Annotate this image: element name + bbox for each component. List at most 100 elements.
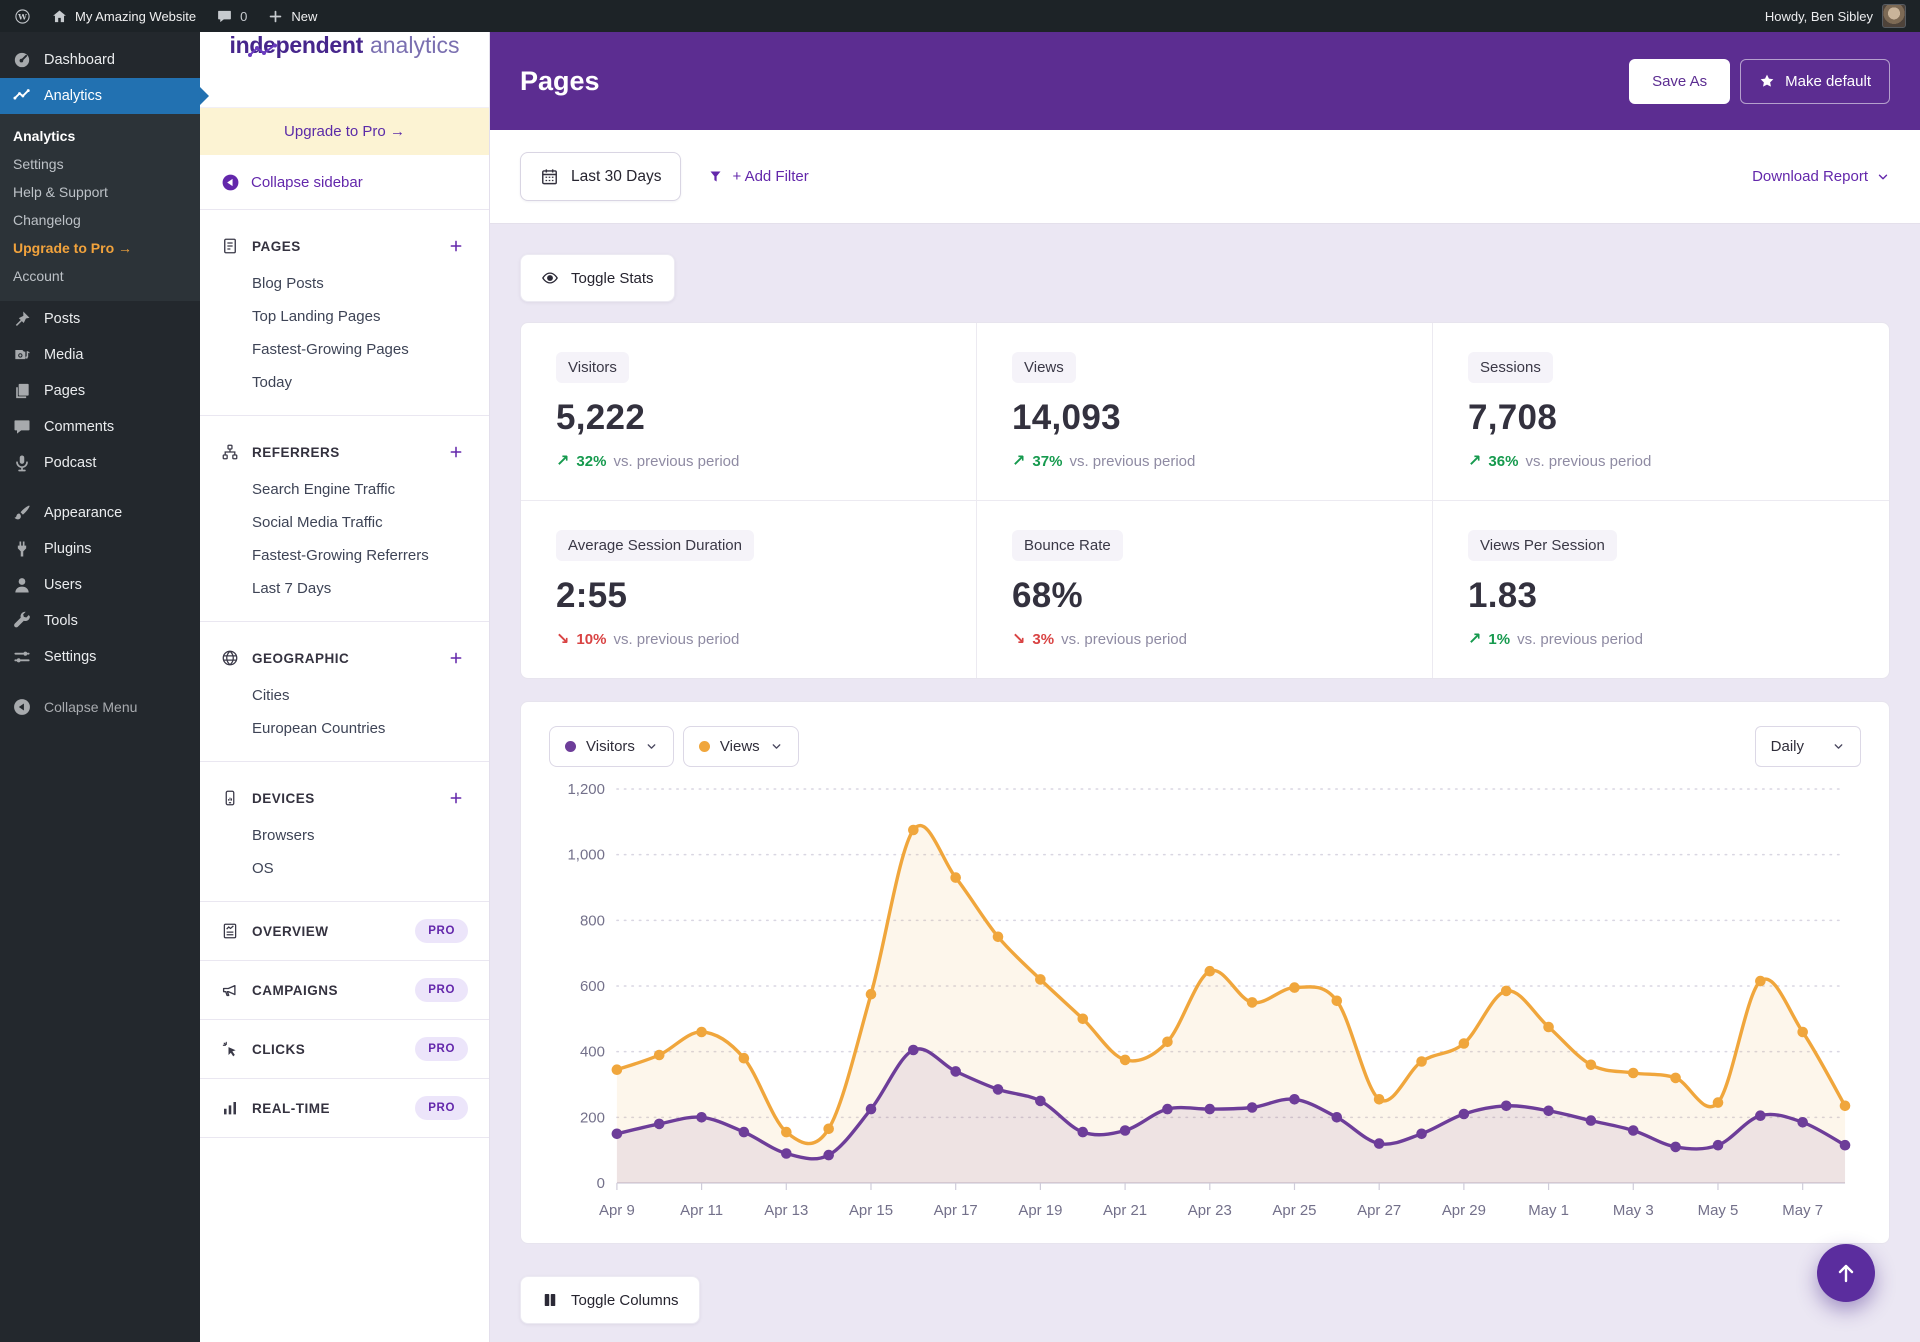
stat-card-bounce-rate: Bounce Rate 68% ↘ 3% vs. previous period bbox=[977, 501, 1433, 678]
submenu-item-changelog[interactable]: Changelog bbox=[0, 206, 200, 234]
sidebar-item-settings[interactable]: Settings bbox=[0, 639, 200, 675]
section-header-real-time[interactable]: REAL-TIME PRO bbox=[221, 1092, 468, 1124]
download-report-button[interactable]: Download Report bbox=[1752, 168, 1890, 185]
download-report-label: Download Report bbox=[1752, 168, 1868, 185]
wp-admin-menu: Dashboard Analytics Analytics Settings Help … bbox=[0, 32, 209, 1342]
section-title: REFERRERS bbox=[252, 444, 340, 460]
comment-bubble-icon bbox=[216, 8, 233, 25]
trend-up-icon: ↗ bbox=[556, 453, 570, 470]
sidebar-item-dashboard[interactable]: Dashboard bbox=[0, 42, 200, 78]
svg-text:Apr 19: Apr 19 bbox=[1018, 1202, 1062, 1219]
date-range-button[interactable]: Last 30 Days bbox=[520, 152, 682, 201]
upgrade-to-pro-banner[interactable]: Upgrade to Pro → bbox=[200, 108, 489, 155]
report-link-last-7-days[interactable]: Last 7 Days bbox=[252, 572, 468, 605]
add-report-button[interactable] bbox=[444, 440, 468, 464]
plus-icon bbox=[267, 8, 284, 25]
stat-value: 5,222 bbox=[556, 398, 646, 437]
sidebar-item-users[interactable]: Users bbox=[0, 567, 200, 603]
section-header-geographic[interactable]: GEOGRAPHIC bbox=[221, 642, 468, 674]
report-link-search-engine-traffic[interactable]: Search Engine Traffic bbox=[252, 473, 468, 506]
add-report-button[interactable] bbox=[444, 786, 468, 810]
section-overview: OVERVIEW PRO bbox=[200, 902, 489, 961]
sitemap-icon bbox=[221, 443, 239, 461]
account-menu[interactable]: Howdy, Ben Sibley bbox=[1765, 4, 1906, 28]
report-link-os[interactable]: OS bbox=[252, 852, 468, 885]
sidebar-item-label: Collapse Menu bbox=[44, 699, 138, 715]
section-header-devices[interactable]: DEVICES bbox=[221, 782, 468, 814]
make-default-button[interactable]: Make default bbox=[1740, 58, 1890, 104]
svg-text:May 7: May 7 bbox=[1782, 1202, 1823, 1219]
report-link-cities[interactable]: Cities bbox=[252, 679, 468, 712]
chevron-down-icon bbox=[1832, 740, 1845, 753]
visit-site-link[interactable]: My Amazing Website bbox=[51, 8, 196, 25]
section-header-referrers[interactable]: REFERRERS bbox=[221, 436, 468, 468]
stat-card-average-session-duration: Average Session Duration 2:55 ↘ 10% vs. prev… bbox=[521, 501, 977, 678]
collapse-arrow-icon bbox=[221, 173, 240, 192]
collapse-sidebar-button[interactable]: Collapse sidebar bbox=[200, 155, 489, 210]
user-icon bbox=[12, 575, 32, 595]
sidebar-item-appearance[interactable]: Appearance bbox=[0, 495, 200, 531]
stat-value: 7,708 bbox=[1468, 398, 1558, 437]
brush-icon bbox=[12, 503, 32, 523]
wp-admin-bar: W My Amazing Website 0 New Howdy, Ben Si… bbox=[0, 0, 1920, 32]
chevron-down-icon bbox=[645, 740, 658, 753]
section-header-overview[interactable]: OVERVIEW PRO bbox=[221, 915, 468, 947]
sidebar-item-analytics[interactable]: Analytics bbox=[0, 78, 209, 114]
chevron-down-icon bbox=[770, 740, 783, 753]
report-link-today[interactable]: Today bbox=[252, 366, 468, 399]
page-header: Pages Save As Make default bbox=[490, 32, 1920, 130]
report-link-browsers[interactable]: Browsers bbox=[252, 819, 468, 852]
report-link-european-countries[interactable]: European Countries bbox=[252, 712, 468, 745]
sidebar-item-label: Posts bbox=[44, 311, 81, 327]
section-header-pages[interactable]: PAGES bbox=[221, 230, 468, 262]
pages-icon bbox=[12, 381, 32, 401]
add-report-button[interactable] bbox=[444, 234, 468, 258]
funnel-icon bbox=[708, 169, 723, 184]
sidebar-item-collapse-menu[interactable]: Collapse Menu bbox=[0, 689, 200, 725]
toggle-stats-button[interactable]: Toggle Stats bbox=[520, 254, 675, 302]
section-header-campaigns[interactable]: CAMPAIGNS PRO bbox=[221, 974, 468, 1006]
sidebar-item-plugins[interactable]: Plugins bbox=[0, 531, 200, 567]
wrench-icon bbox=[12, 611, 32, 631]
series-toggle-views[interactable]: Views bbox=[682, 726, 799, 767]
submenu-item-settings[interactable]: Settings bbox=[0, 150, 200, 178]
plug-icon bbox=[12, 539, 32, 559]
submenu-item-account[interactable]: Account bbox=[0, 262, 200, 290]
svg-text:Apr 17: Apr 17 bbox=[934, 1202, 978, 1219]
add-report-button[interactable] bbox=[444, 646, 468, 670]
columns-icon bbox=[541, 1291, 559, 1309]
add-filter-button[interactable]: + Add Filter bbox=[708, 168, 809, 185]
sidebar-item-media[interactable]: Media bbox=[0, 337, 200, 373]
trend-up-icon: ↗ bbox=[1468, 631, 1482, 648]
report-link-top-landing-pages[interactable]: Top Landing Pages bbox=[252, 300, 468, 333]
section-header-clicks[interactable]: CLICKS PRO bbox=[221, 1033, 468, 1065]
sidebar-item-comments[interactable]: Comments bbox=[0, 409, 200, 445]
report-link-blog-posts[interactable]: Blog Posts bbox=[252, 267, 468, 300]
section-report-list: Cities European Countries bbox=[252, 679, 468, 745]
sidebar-item-label: Analytics bbox=[44, 88, 103, 104]
submenu-item-analytics[interactable]: Analytics bbox=[0, 122, 200, 150]
user-avatar bbox=[1882, 4, 1906, 28]
sidebar-item-podcast[interactable]: Podcast bbox=[0, 445, 200, 481]
sidebar-item-posts[interactable]: Posts bbox=[0, 301, 200, 337]
toggle-columns-button[interactable]: Toggle Columns bbox=[520, 1276, 700, 1324]
stat-card-visitors: Visitors 5,222 ↗ 32% vs. previous period bbox=[521, 323, 977, 501]
report-link-social-media-traffic[interactable]: Social Media Traffic bbox=[252, 506, 468, 539]
submenu-item-upgrade-to-pro[interactable]: Upgrade to Pro → bbox=[0, 234, 200, 262]
save-as-button[interactable]: Save As bbox=[1629, 58, 1731, 104]
sidebar-item-tools[interactable]: Tools bbox=[0, 603, 200, 639]
comments-shortcut[interactable]: 0 bbox=[216, 8, 247, 25]
submenu-item-help-support[interactable]: Help & Support bbox=[0, 178, 200, 206]
wordpress-menu[interactable]: W bbox=[14, 8, 31, 25]
sidebar-item-pages[interactable]: Pages bbox=[0, 373, 200, 409]
comment-count: 0 bbox=[240, 8, 248, 24]
section-report-list: Search Engine Traffic Social Media Traffi… bbox=[252, 473, 468, 605]
scroll-top-button[interactable] bbox=[1817, 1244, 1875, 1302]
report-link-fastest-growing-referrers[interactable]: Fastest-Growing Referrers bbox=[252, 539, 468, 572]
new-content-menu[interactable]: New bbox=[267, 8, 317, 25]
report-link-fastest-growing-pages[interactable]: Fastest-Growing Pages bbox=[252, 333, 468, 366]
series-toggle-visitors[interactable]: Visitors bbox=[549, 726, 674, 767]
interval-select[interactable]: Daily bbox=[1754, 726, 1861, 767]
stat-value: 14,093 bbox=[1012, 398, 1121, 437]
pro-badge: PRO bbox=[415, 919, 468, 943]
